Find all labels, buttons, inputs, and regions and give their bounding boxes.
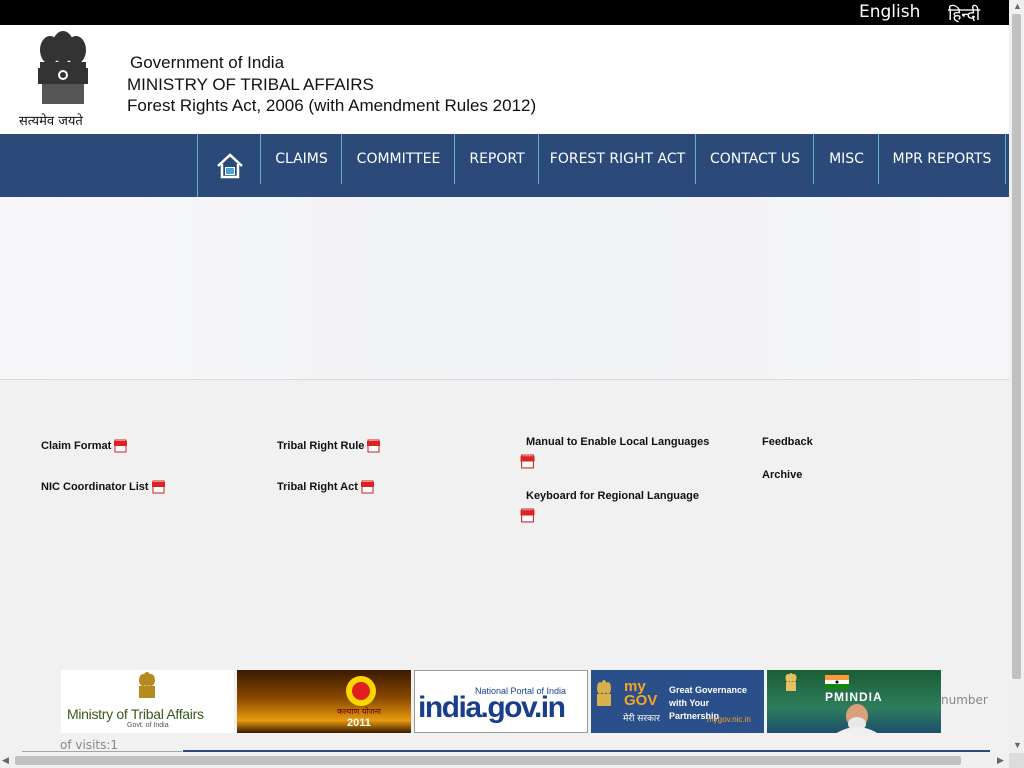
nav-home[interactable]: [197, 134, 261, 197]
mygov-logo: my GOV: [624, 678, 658, 709]
yojana-year: 2011: [347, 717, 371, 729]
nav-mpr-reports[interactable]: MPR REPORTS: [878, 134, 1006, 184]
pdf-icon: [367, 439, 381, 453]
visits-counter-part1: number: [941, 693, 988, 707]
footer-logo-mota[interactable]: Ministry of Tribal Affairs Govt. of Indi…: [61, 670, 234, 733]
main-nav: CLAIMS COMMITTEE REPORT FOREST RIGHT ACT…: [0, 134, 1009, 197]
pdf-icon: [360, 480, 374, 494]
emblem-motto: सत्यमेव जयते: [19, 114, 83, 129]
manual-local-languages-link[interactable]: Manual to Enable Local Languages: [526, 436, 709, 448]
site-header: सत्यमेव जयते Government of India MINISTR…: [0, 25, 1009, 134]
footer-logo-pmindia[interactable]: PMINDIA: [767, 670, 941, 733]
national-emblem-logo[interactable]: सत्यमेव जयते: [18, 30, 108, 130]
nav-misc[interactable]: MISC: [813, 134, 879, 184]
nav-forest-right-act[interactable]: FOREST RIGHT ACT: [538, 134, 696, 184]
scroll-up-icon[interactable]: ▲: [1013, 1, 1022, 11]
nav-claims[interactable]: CLAIMS: [260, 134, 342, 184]
visits-counter-part2: of visits:1: [60, 738, 119, 752]
claim-format-link[interactable]: Claim Format: [41, 439, 128, 453]
emblem-icon: [139, 672, 155, 698]
claim-format-label: Claim Format: [41, 440, 112, 452]
footer-logo-india-gov[interactable]: National Portal of India india.gov.in: [414, 670, 588, 733]
nav-contact-us[interactable]: CONTACT US: [695, 134, 814, 184]
yojana-emblem-icon: [346, 676, 376, 706]
tribal-right-act-label: Tribal Right Act: [277, 481, 358, 493]
scroll-right-icon[interactable]: ▶: [997, 755, 1004, 766]
tribal-right-act-link[interactable]: Tribal Right Act: [277, 480, 374, 494]
english-link[interactable]: English: [859, 2, 920, 22]
banner-slider: [0, 197, 1009, 380]
nav-committee[interactable]: COMMITTEE: [341, 134, 455, 184]
pdf-icon[interactable]: [520, 454, 535, 469]
home-icon: [216, 152, 243, 178]
footer-divider-left: [22, 751, 182, 752]
mota-title: Ministry of Tribal Affairs: [67, 706, 204, 722]
horizontal-scrollbar[interactable]: ◀ ▶: [0, 753, 1009, 768]
scroll-down-icon[interactable]: ▼: [1013, 740, 1022, 750]
keyboard-regional-link[interactable]: Keyboard for Regional Language: [526, 490, 699, 502]
mygov-url: mygov.nic.in: [707, 715, 751, 724]
pdf-icon: [114, 439, 128, 453]
pmindia-label: PMINDIA: [825, 690, 883, 704]
mota-subtitle: Govt. of India: [127, 722, 169, 729]
footer-logo-mygov[interactable]: my GOV मेरी सरकार Great Governance with …: [591, 670, 764, 733]
nic-coordinator-label: NIC Coordinator List: [41, 481, 149, 493]
indian-flag-icon: [825, 675, 849, 689]
hindi-link[interactable]: हिन्दी: [948, 2, 980, 25]
pdf-icon: [151, 480, 165, 494]
vertical-scrollbar[interactable]: ▲ ▼: [1009, 0, 1024, 753]
yojana-text: कल्याण योजना: [337, 707, 381, 716]
vertical-scroll-thumb[interactable]: [1012, 14, 1021, 679]
horizontal-scroll-thumb[interactable]: [15, 756, 961, 765]
scrollbar-corner: [1009, 753, 1024, 768]
government-title: Government of India: [130, 53, 285, 72]
emblem-icon: [785, 673, 797, 691]
nic-coordinator-link[interactable]: NIC Coordinator List: [41, 480, 165, 494]
scroll-left-icon[interactable]: ◀: [2, 755, 9, 766]
footer-divider: [183, 750, 990, 752]
footer-logo-yojana[interactable]: कल्याण योजना 2011: [237, 670, 411, 733]
pm-portrait-icon: [836, 704, 878, 733]
nav-report[interactable]: REPORT: [454, 134, 539, 184]
feedback-link[interactable]: Feedback: [762, 436, 813, 448]
tribal-right-rule-label: Tribal Right Rule: [277, 440, 365, 452]
emblem-icon: [597, 680, 611, 706]
ministry-title: MINISTRY OF TRIBAL AFFAIRS: [127, 75, 374, 94]
india-portal-main: india.gov.in: [418, 691, 566, 724]
tribal-right-rule-link[interactable]: Tribal Right Rule: [277, 439, 381, 453]
mygov-hindi: मेरी सरकार: [623, 714, 660, 724]
act-title: Forest Rights Act, 2006 (with Amendment …: [127, 96, 537, 115]
pdf-icon[interactable]: [520, 508, 535, 523]
archive-link[interactable]: Archive: [762, 469, 802, 481]
language-bar: English हिन्दी: [0, 0, 1009, 25]
